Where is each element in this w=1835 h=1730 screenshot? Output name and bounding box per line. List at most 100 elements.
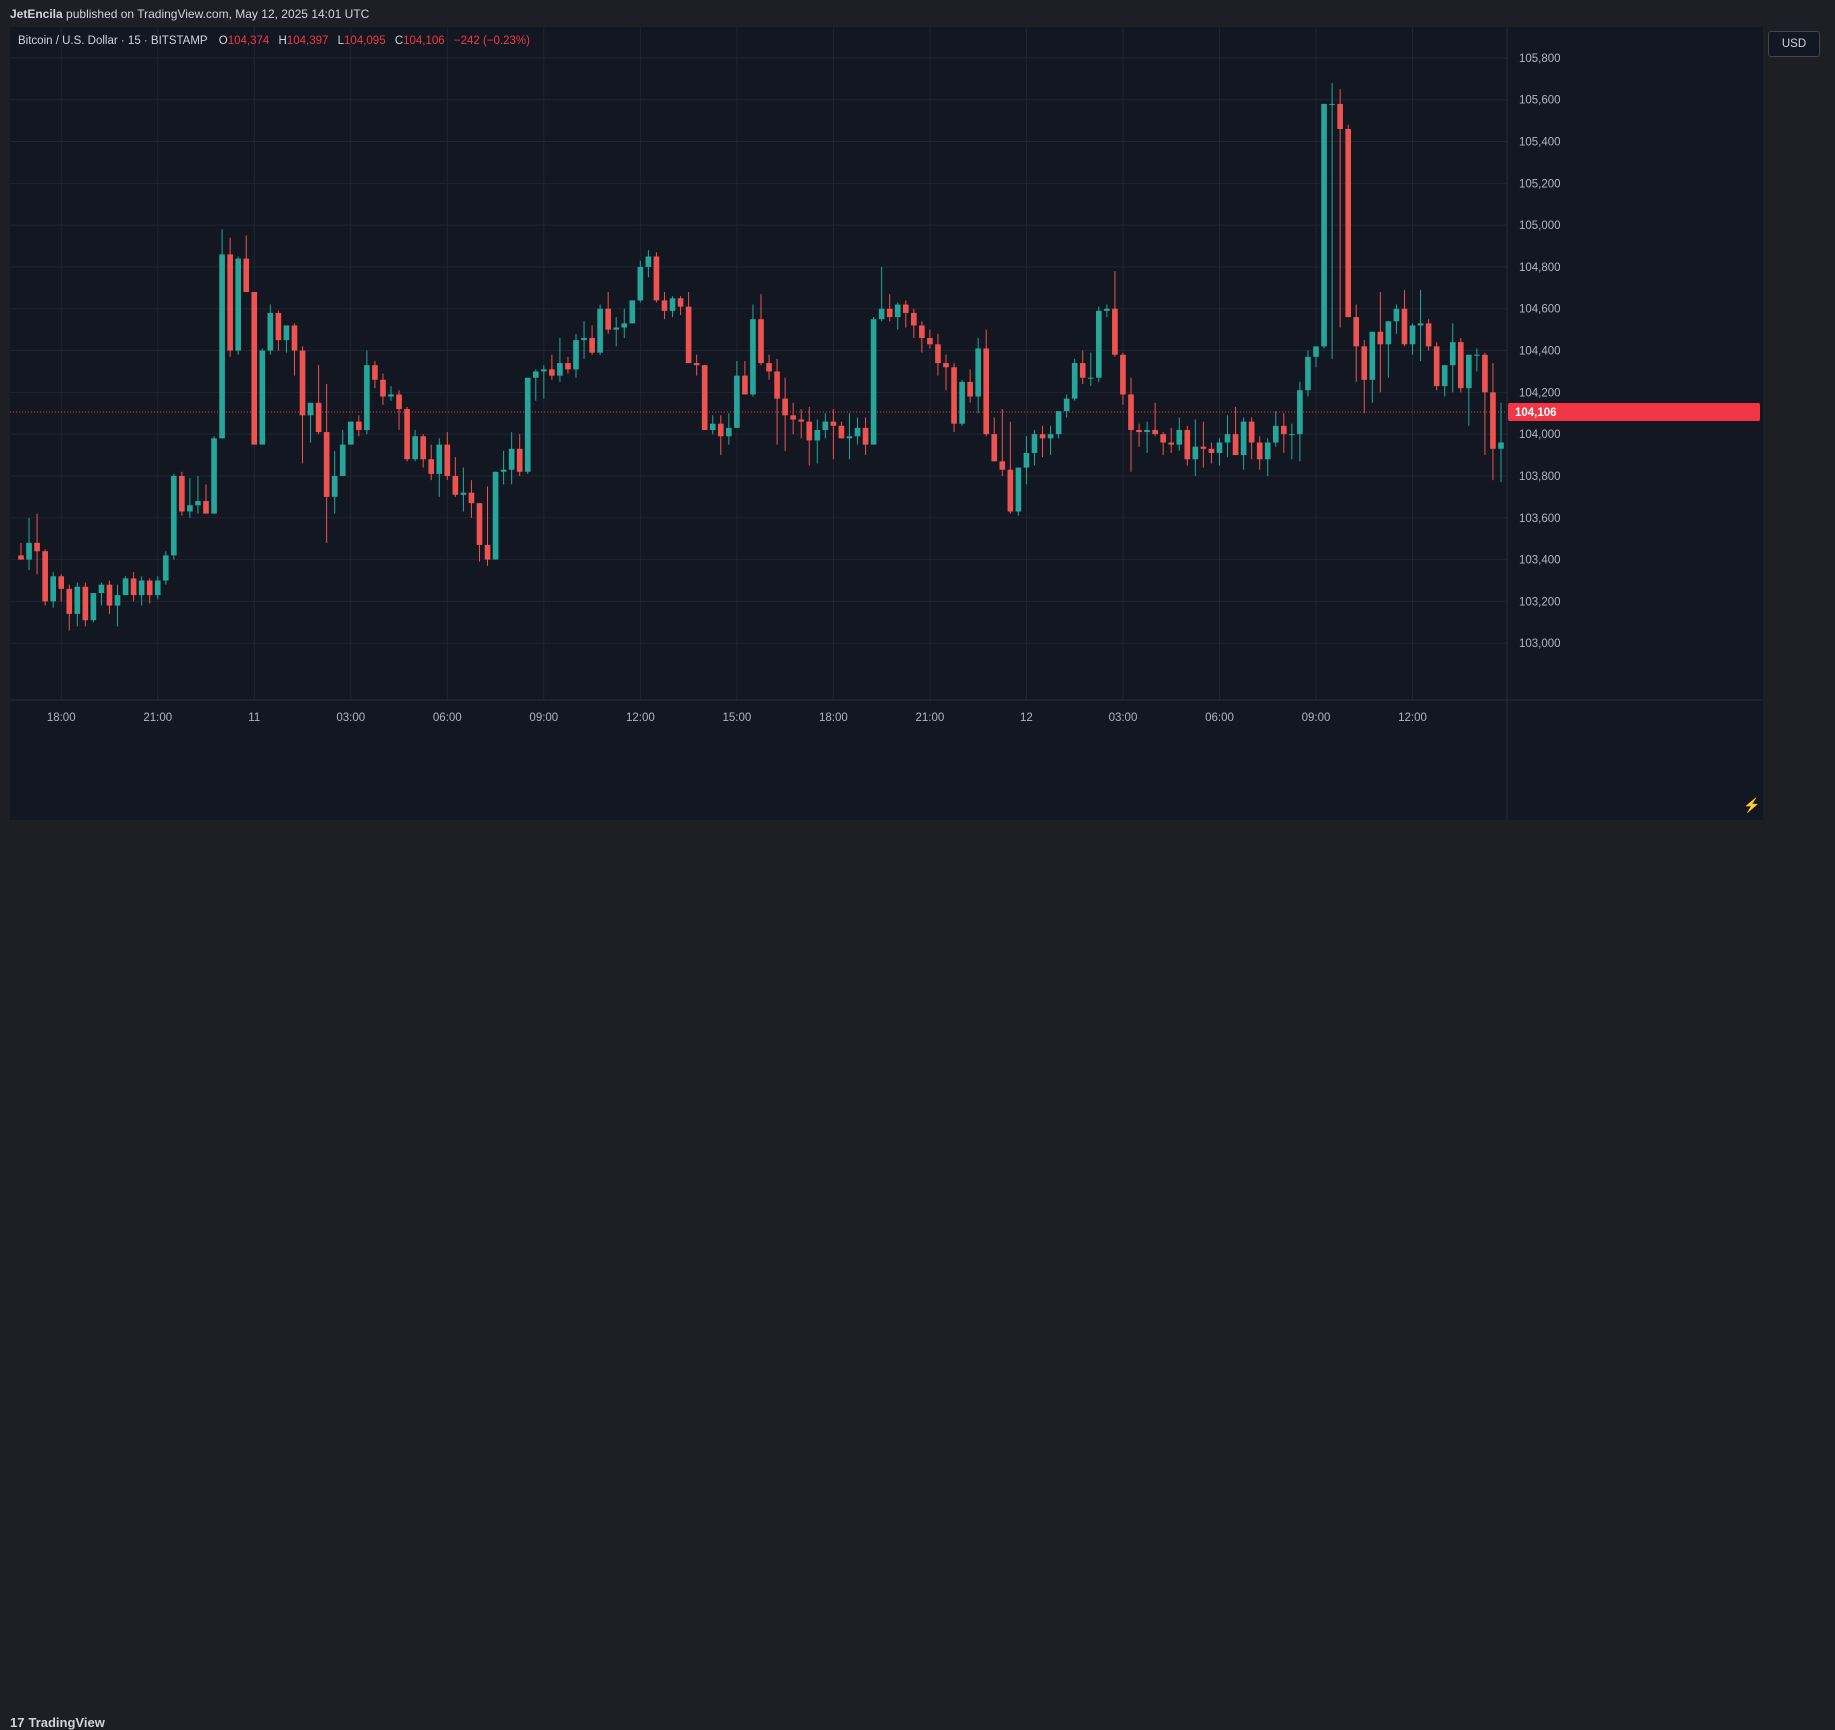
candle-body: [187, 505, 193, 512]
close-value: 104,106: [403, 35, 445, 47]
candle-body: [621, 323, 628, 328]
x-tick-label: 09:00: [1302, 712, 1331, 724]
candle-body: [42, 551, 48, 602]
candle-body: [1361, 346, 1368, 380]
candle-body: [18, 555, 24, 560]
candle-body: [701, 365, 708, 430]
candle-body: [476, 503, 483, 545]
candle-body: [758, 319, 764, 364]
high-value: 104,397: [286, 35, 329, 47]
x-tick-label: 12: [1020, 712, 1033, 724]
candle-body: [331, 475, 338, 497]
candle-body: [235, 258, 241, 351]
candle-body: [750, 319, 756, 395]
candle-body: [364, 365, 370, 430]
candle-body: [846, 436, 853, 439]
candle-body: [1152, 429, 1158, 435]
candle-body: [195, 501, 201, 506]
candle-body: [34, 542, 40, 552]
candle-body: [1321, 103, 1327, 347]
candle-body: [605, 308, 611, 330]
candle-body: [122, 578, 129, 596]
candle-body: [1393, 308, 1400, 322]
candle-body: [1007, 469, 1014, 512]
candle-body: [90, 593, 97, 621]
candle-body: [1482, 354, 1488, 393]
x-tick-label: 21:00: [143, 712, 172, 724]
candle-body: [283, 325, 290, 341]
candle-body: [1313, 346, 1319, 357]
candle-body: [581, 338, 587, 341]
candle-body: [911, 312, 917, 326]
candle-body: [734, 375, 740, 428]
y-tick-label: 104,000: [1519, 429, 1561, 441]
candle-body: [412, 436, 418, 460]
candle-body: [830, 421, 837, 426]
y-tick-label: 105,800: [1519, 53, 1561, 65]
candle-body: [267, 312, 274, 351]
candle-body: [782, 398, 788, 416]
candle-body: [74, 586, 81, 614]
y-tick-label: 105,200: [1519, 178, 1561, 190]
publish-text: published on TradingView.com, May 12, 20…: [66, 7, 370, 21]
candle-body: [500, 469, 507, 472]
y-tick-label: 104,600: [1519, 304, 1561, 316]
symbol-title[interactable]: Bitcoin / U.S. Dollar · 15 · BITSTAMP: [18, 35, 208, 47]
lightning-icon[interactable]: ⚡: [1743, 797, 1760, 814]
candle-body: [1079, 363, 1086, 378]
candlestick-chart[interactable]: 103,000 103,200 103,400 103,600 103,800 104,0…: [10, 27, 1763, 820]
candle-body: [291, 325, 298, 351]
candle-body: [1490, 392, 1496, 449]
candle-body: [1224, 434, 1231, 443]
candle-body: [991, 434, 998, 462]
candle-body: [1466, 354, 1472, 389]
candle-body: [862, 427, 869, 445]
change-value: −242 (−0.23%): [453, 35, 530, 47]
candle-body: [919, 325, 925, 339]
candle-body: [251, 292, 258, 445]
candle-body: [162, 555, 169, 581]
candle-body: [1353, 317, 1360, 347]
candle-body: [1272, 425, 1279, 443]
tv-logo-text: TradingView: [28, 1715, 105, 1730]
candle-body: [886, 308, 893, 318]
candle-body: [1409, 325, 1416, 345]
candle-body: [66, 588, 73, 614]
candle-body: [444, 444, 451, 476]
candle-body: [814, 429, 821, 441]
candle-body: [211, 438, 217, 514]
candle-body: [1256, 442, 1263, 460]
candle-body: [1289, 434, 1295, 436]
candle-body: [404, 409, 410, 460]
candle-body: [935, 344, 941, 364]
candle-body: [58, 576, 65, 589]
candle-body: [138, 580, 145, 596]
candle-body: [372, 365, 378, 380]
author-name[interactable]: JetEncila: [10, 7, 63, 21]
candle-body: [894, 304, 901, 318]
tradingview-logo[interactable]: 17 TradingView: [10, 1715, 105, 1730]
currency-button[interactable]: USD: [1768, 31, 1820, 57]
candle-body: [179, 475, 185, 512]
candle-body: [532, 371, 539, 378]
candle-body: [557, 363, 563, 376]
candle-body: [219, 254, 225, 439]
candle-body: [1144, 429, 1150, 433]
candle-body: [1377, 331, 1384, 345]
candle-body: [299, 350, 306, 416]
candle-body: [1248, 421, 1255, 443]
candle-body: [492, 471, 499, 560]
candle-body: [227, 254, 233, 351]
candle-body: [1200, 446, 1207, 449]
y-tick-label: 104,800: [1519, 262, 1561, 274]
candle-body: [1329, 103, 1335, 105]
candle-body: [1240, 421, 1247, 456]
chart-pane[interactable]: 103,000 103,200 103,400 103,600 103,800 104,0…: [10, 27, 1763, 820]
candle-body: [1039, 434, 1046, 439]
candle-body: [259, 350, 266, 445]
candle-body: [171, 475, 177, 556]
candle-body: [1385, 321, 1392, 345]
candle-body: [154, 580, 161, 596]
high-key: H: [278, 35, 287, 47]
candle-body: [388, 394, 394, 397]
